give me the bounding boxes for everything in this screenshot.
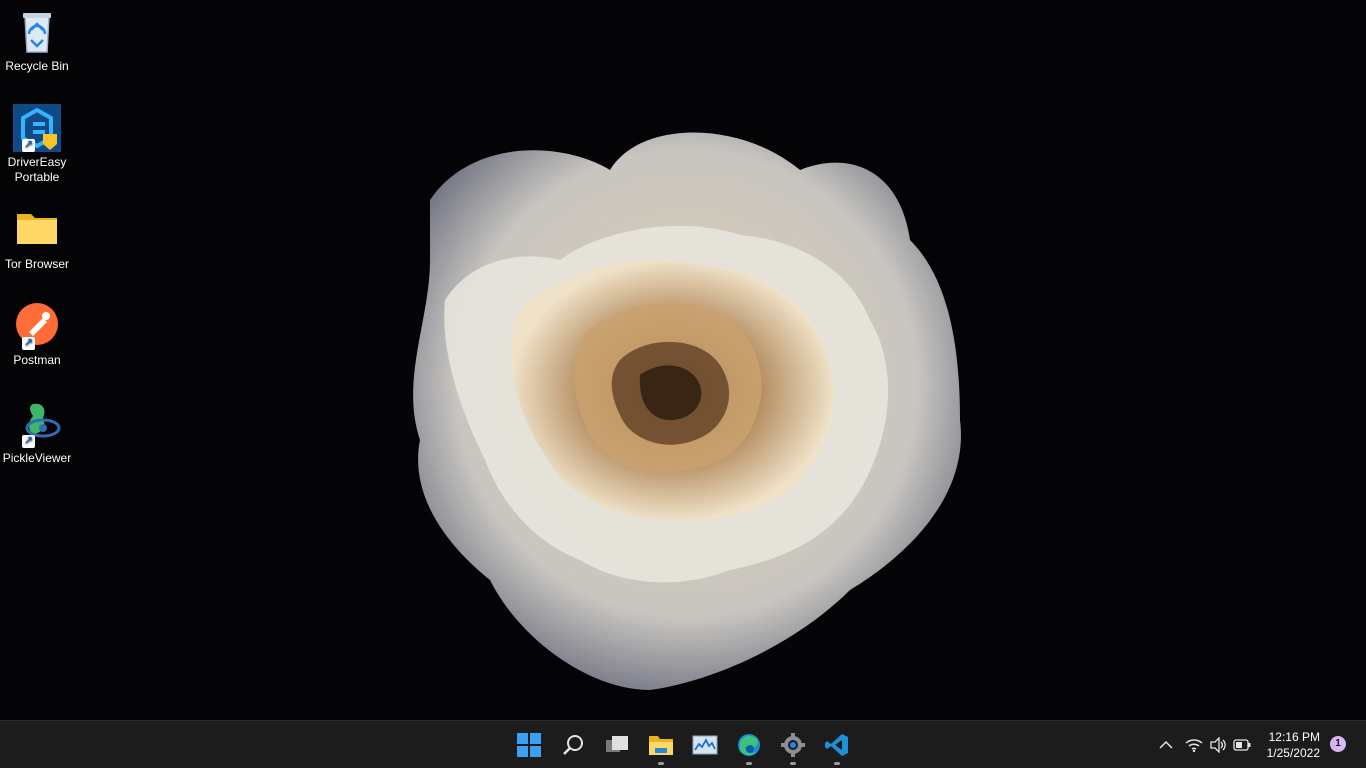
desktop-wallpaper bbox=[0, 0, 1366, 720]
resource-monitor-button[interactable] bbox=[685, 721, 725, 768]
settings-icon bbox=[781, 732, 805, 757]
show-hidden-icons-button[interactable] bbox=[1156, 735, 1176, 755]
edge-icon bbox=[738, 733, 760, 756]
volume-icon bbox=[1210, 737, 1226, 753]
resource-monitor-icon bbox=[692, 735, 718, 754]
desktop-icon-drivereasy[interactable]: ↗ DriverEasy Portable bbox=[2, 104, 72, 185]
running-indicator bbox=[834, 762, 840, 765]
desktop-icon-label: Tor Browser bbox=[4, 257, 69, 271]
clock-time: 12:16 PM bbox=[1268, 730, 1320, 744]
volume-button[interactable] bbox=[1208, 735, 1228, 755]
folder-icon bbox=[13, 206, 61, 254]
shortcut-arrow-icon: ↗ bbox=[22, 139, 35, 152]
clock-date: 1/25/2022 bbox=[1266, 746, 1320, 760]
recycle-bin-icon bbox=[13, 8, 61, 56]
desktop-icon-pickleviewer[interactable]: ↗ PickleViewer bbox=[2, 400, 72, 466]
shortcut-arrow-icon: ↗ bbox=[22, 337, 35, 350]
battery-button[interactable] bbox=[1232, 735, 1252, 755]
desktop-icon-label: DriverEasy Portable bbox=[7, 155, 67, 184]
pickleviewer-icon: ↗ bbox=[13, 400, 61, 448]
drivereasy-icon: ↗ bbox=[13, 104, 61, 152]
battery-icon bbox=[1233, 739, 1251, 751]
windows-start-icon bbox=[517, 732, 541, 757]
wifi-icon bbox=[1185, 739, 1203, 753]
running-indicator bbox=[658, 762, 664, 765]
desktop-icon-recycle-bin[interactable]: Recycle Bin bbox=[2, 8, 72, 74]
edge-button[interactable] bbox=[729, 721, 769, 768]
running-indicator bbox=[790, 762, 796, 765]
shortcut-arrow-icon: ↗ bbox=[22, 435, 35, 448]
task-view-icon bbox=[606, 735, 628, 752]
desktop-icon-tor-browser[interactable]: Tor Browser bbox=[2, 206, 72, 272]
settings-button[interactable] bbox=[773, 721, 813, 768]
notification-badge[interactable]: 1 bbox=[1330, 736, 1346, 752]
postman-icon: ↗ bbox=[13, 302, 61, 350]
file-explorer-icon bbox=[649, 735, 673, 755]
desktop-icon-label: Recycle Bin bbox=[5, 59, 69, 73]
desktop-icon-label: PickleViewer bbox=[2, 451, 72, 465]
task-view-button[interactable] bbox=[597, 721, 637, 768]
chevron-up-icon bbox=[1159, 740, 1173, 749]
file-explorer-button[interactable] bbox=[641, 721, 681, 768]
clock[interactable]: 12:16 PM 1/25/2022 bbox=[1267, 729, 1320, 761]
taskbar: 12:16 PM 1/25/2022 bbox=[0, 720, 1366, 768]
vscode-icon bbox=[825, 733, 848, 756]
search-button[interactable] bbox=[553, 721, 593, 768]
search-icon bbox=[563, 734, 583, 755]
vscode-button[interactable] bbox=[817, 721, 857, 768]
network-button[interactable] bbox=[1184, 735, 1204, 755]
running-indicator bbox=[746, 762, 752, 765]
start-button[interactable] bbox=[509, 721, 549, 768]
desktop-icon-label: Postman bbox=[13, 353, 61, 367]
desktop-icon-postman[interactable]: ↗ Postman bbox=[2, 302, 72, 368]
